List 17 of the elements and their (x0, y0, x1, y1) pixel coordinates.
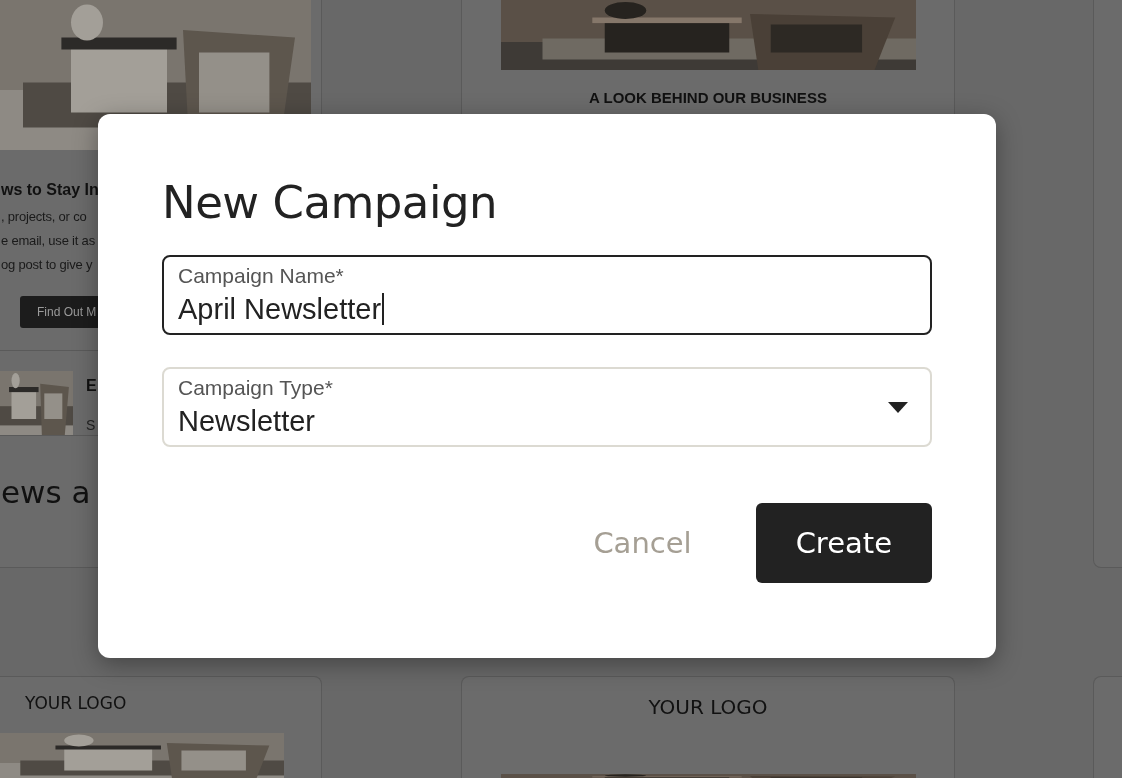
feature-title: A LOOK BEHIND OUR BUSINESS (589, 89, 827, 106)
logo-text: YOUR LOGO (648, 695, 768, 719)
text-cursor (382, 293, 385, 325)
article-text: e email, use it as (1, 232, 95, 250)
article-text: , projects, or co (1, 208, 87, 226)
section-heading: ews a (1, 474, 91, 510)
item-title: E (86, 377, 97, 395)
find-out-more-button[interactable]: Find Out M (20, 296, 99, 328)
campaign-name-field[interactable]: Campaign Name* April Newsletter (162, 255, 932, 335)
item-text: S (86, 417, 96, 433)
article-heading: ws to Stay In (1, 181, 100, 199)
dropdown-arrow-icon[interactable] (888, 402, 908, 414)
article-text: og post to give y (1, 256, 93, 274)
campaign-type-dropdown[interactable]: Campaign Type* Newsletter (162, 367, 932, 447)
logo-text: YOUR LOGO (25, 693, 127, 713)
create-button[interactable]: Create (755, 503, 932, 583)
dialog-title: New Campaign (162, 176, 498, 229)
